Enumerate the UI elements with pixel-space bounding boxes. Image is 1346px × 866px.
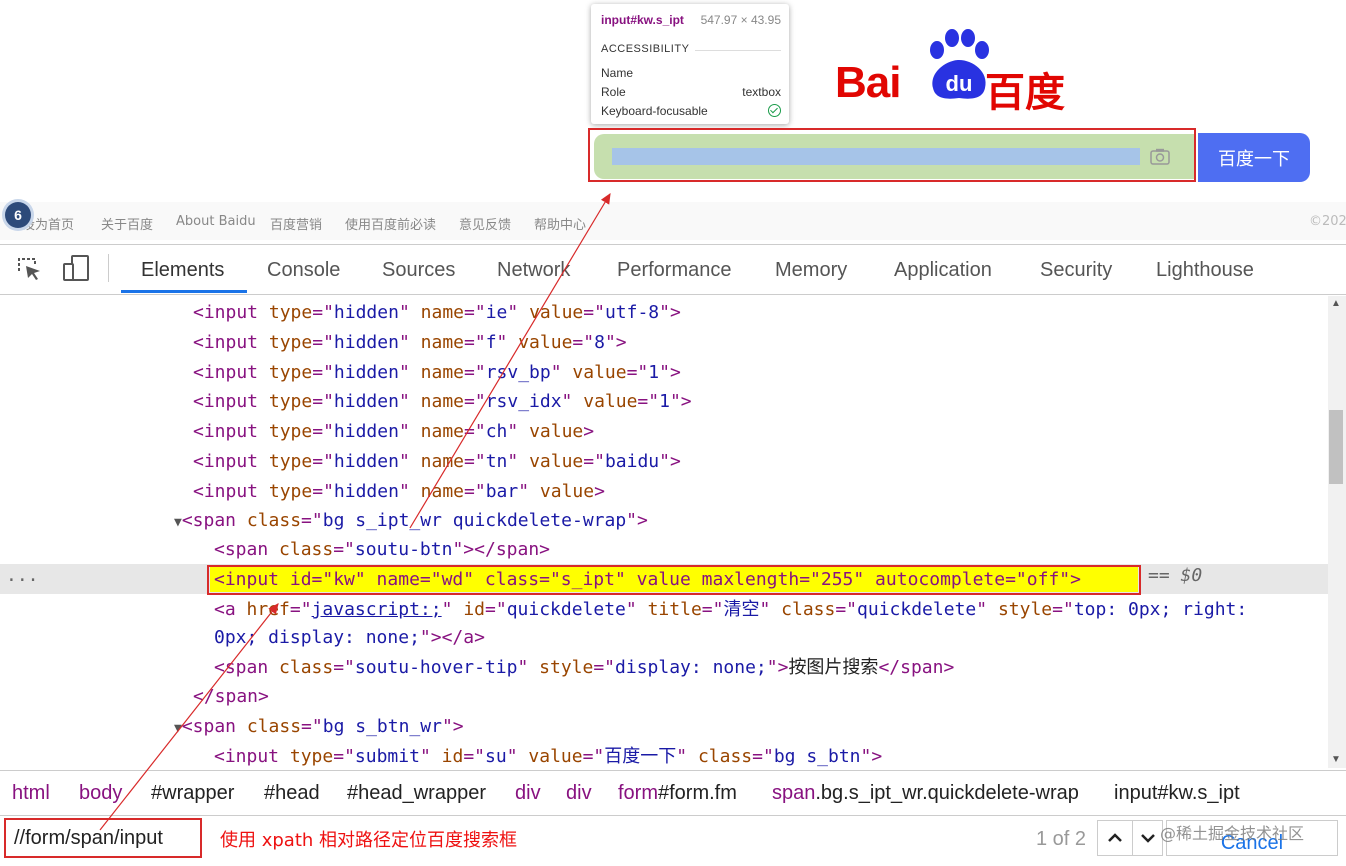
- tooltip-section: ACCESSIBILITY: [601, 43, 690, 55]
- annotation-box-search: [588, 128, 1196, 182]
- tooltip-row-value: textbox: [742, 85, 781, 99]
- tooltip-row-focusable: Keyboard-focusable: [601, 104, 781, 120]
- tab-network[interactable]: Network: [497, 259, 570, 282]
- dom-node-span-close[interactable]: </span>: [193, 682, 269, 712]
- selected-node-ref: == $0: [1148, 565, 1203, 586]
- logo-text-du: du: [946, 71, 973, 96]
- breadcrumb-item[interactable]: div: [515, 782, 541, 805]
- copyright: ©2020: [1309, 214, 1346, 229]
- accessibility-tooltip: input#kw.s_ipt 547.97 × 43.95 ACCESSIBIL…: [591, 4, 789, 124]
- tab-memory[interactable]: Memory: [775, 259, 847, 282]
- annotation-text: 使用 xpath 相对路径定位百度搜索框: [220, 830, 518, 851]
- dom-node-hidden-input[interactable]: <input type="hidden" name="ch" value>: [193, 417, 594, 447]
- dom-node-hidden-input[interactable]: <input type="hidden" name="rsv_idx" valu…: [193, 387, 692, 417]
- breadcrumb: html body #wrapper #head #head_wrapper div div…: [0, 770, 1346, 815]
- breadcrumb-item[interactable]: #wrapper: [151, 782, 234, 805]
- xpath-search-input[interactable]: //form/span/input: [4, 818, 202, 858]
- tab-security[interactable]: Security: [1040, 259, 1112, 282]
- expand-triangle-icon[interactable]: ▼: [174, 515, 182, 530]
- check-icon: [768, 104, 781, 120]
- active-tab-indicator: [121, 290, 247, 293]
- dom-node-span-wrap[interactable]: ▼<span class="bg s_ipt_wr quickdelete-wr…: [174, 506, 648, 536]
- footer-link[interactable]: 意见反馈: [459, 214, 511, 233]
- logo-text-chinese: 百度: [985, 70, 1065, 116]
- counter-badge[interactable]: 6: [5, 202, 31, 228]
- next-match-button[interactable]: [1133, 820, 1163, 856]
- breadcrumb-item[interactable]: div: [566, 782, 592, 805]
- tab-lighthouse[interactable]: Lighthouse: [1156, 259, 1254, 282]
- device-toolbar-icon[interactable]: [62, 254, 90, 282]
- baidu-logo[interactable]: Bai du 百度: [835, 28, 1075, 116]
- footer-links: 设为首页 关于百度 About Baidu 百度营销 使用百度前必读 意见反馈 …: [0, 202, 1346, 240]
- footer-link[interactable]: 使用百度前必读: [345, 214, 436, 233]
- devtools-tabbar: Elements Console Sources Network Perform…: [0, 244, 1346, 295]
- logo-text-bai: Bai: [835, 58, 901, 107]
- breadcrumb-item[interactable]: span.bg.s_ipt_wr.quickdelete-wrap: [772, 782, 1079, 805]
- breadcrumb-item[interactable]: body: [79, 782, 122, 805]
- expand-triangle-icon[interactable]: ▼: [174, 721, 182, 736]
- tooltip-selector: input#kw.s_ipt: [601, 13, 684, 27]
- dom-node-hidden-input[interactable]: <input type="hidden" name="bar" value>: [193, 477, 605, 507]
- chevron-up-icon: [1108, 833, 1122, 842]
- tab-sources[interactable]: Sources: [382, 259, 455, 282]
- inspect-element-icon[interactable]: [16, 256, 42, 282]
- tab-performance[interactable]: Performance: [617, 259, 732, 282]
- footer-link[interactable]: 百度营销: [270, 214, 322, 233]
- dom-node-hidden-input[interactable]: <input type="hidden" name="f" value="8">: [193, 328, 627, 358]
- footer-link[interactable]: 帮助中心: [534, 214, 586, 233]
- scrollbar[interactable]: [1328, 296, 1346, 768]
- breadcrumb-item[interactable]: #head: [264, 782, 320, 805]
- dom-tree: <input type="hidden" name="ie" value="ut…: [0, 296, 1328, 768]
- dom-node-hidden-input[interactable]: <input type="hidden" name="tn" value="ba…: [193, 447, 681, 477]
- footer-link[interactable]: 关于百度: [101, 214, 153, 233]
- scroll-up-icon[interactable]: ▲: [1331, 298, 1341, 309]
- breadcrumb-item[interactable]: #head_wrapper: [347, 782, 486, 805]
- footer-link[interactable]: About Baidu: [176, 214, 256, 229]
- breadcrumb-item[interactable]: form#form.fm: [618, 782, 737, 805]
- watermark: @稀土掘金技术社区: [1160, 824, 1305, 843]
- javascript-link[interactable]: javascript:;: [312, 599, 442, 620]
- breadcrumb-item[interactable]: input#kw.s_ipt: [1114, 782, 1240, 805]
- annotation-box-selected-node: [207, 565, 1141, 595]
- dom-node-soutu-btn[interactable]: <span class="soutu-btn"></span>: [214, 535, 550, 565]
- dom-node-hover-tip[interactable]: <span class="soutu-hover-tip" style="dis…: [214, 653, 954, 683]
- breadcrumb-item[interactable]: html: [12, 782, 50, 805]
- dom-node-btn-wrap[interactable]: ▼<span class="bg s_btn_wr">: [174, 712, 464, 742]
- scroll-down-icon[interactable]: ▼: [1331, 754, 1341, 765]
- search-button[interactable]: 百度一下: [1198, 133, 1310, 182]
- dom-node-hidden-input[interactable]: <input type="hidden" name="rsv_bp" value…: [193, 358, 681, 388]
- tooltip-size: 547.97 × 43.95: [700, 13, 781, 27]
- chevron-down-icon: [1140, 834, 1155, 843]
- node-actions-icon[interactable]: ...: [6, 565, 39, 586]
- dom-node-quickdelete[interactable]: <a href="javascript:;" id="quickdelete" …: [214, 595, 1247, 625]
- toolbar-divider: [108, 254, 109, 282]
- tooltip-row-name: Name: [601, 66, 781, 82]
- previous-match-button[interactable]: [1097, 820, 1133, 856]
- dom-node-quickdelete-cont[interactable]: 0px; display: none;"></a>: [214, 623, 485, 653]
- divider: [695, 50, 781, 51]
- tooltip-row-label: Role: [601, 85, 626, 99]
- tooltip-row-role: Role textbox: [601, 85, 781, 101]
- tab-elements[interactable]: Elements: [141, 259, 224, 282]
- tab-console[interactable]: Console: [267, 259, 340, 282]
- dom-node-hidden-input[interactable]: <input type="hidden" name="ie" value="ut…: [193, 298, 681, 328]
- tab-application[interactable]: Application: [894, 259, 992, 282]
- dom-node-submit[interactable]: <input type="submit" id="su" value="百度一下…: [214, 742, 882, 772]
- match-count: 1 of 2: [1036, 828, 1087, 850]
- tooltip-row-label: Name: [601, 66, 634, 80]
- paw-icon: du: [930, 29, 989, 99]
- tooltip-row-label: Keyboard-focusable: [601, 104, 708, 118]
- scrollbar-thumb[interactable]: [1329, 410, 1343, 484]
